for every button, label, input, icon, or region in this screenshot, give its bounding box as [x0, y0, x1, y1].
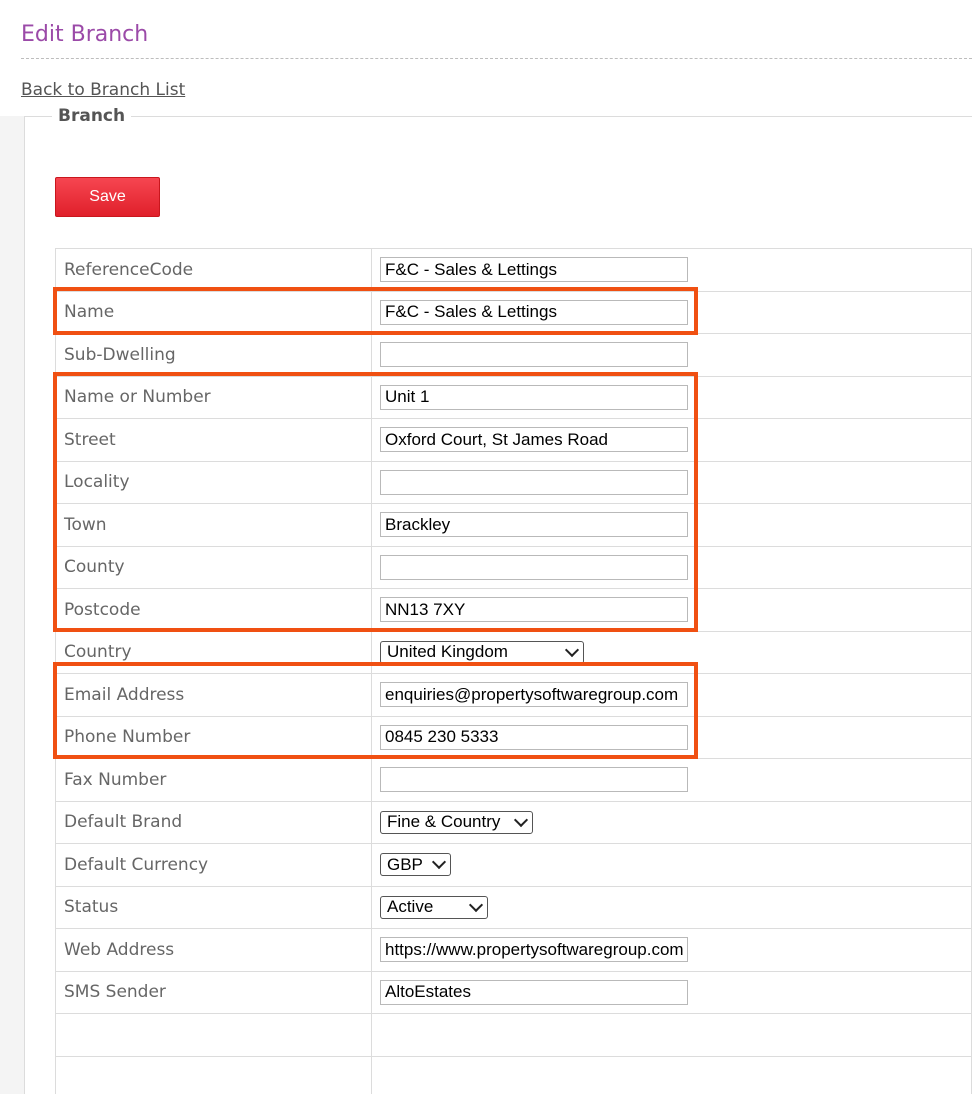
- postcode-input[interactable]: [380, 597, 688, 623]
- form-row-default-currency: Default Currency GBP: [55, 843, 972, 887]
- chevron-down-icon: [468, 897, 484, 912]
- fax-input[interactable]: [380, 767, 688, 793]
- postcode-label: Postcode: [55, 588, 372, 632]
- default-brand-select[interactable]: Fine & Country: [380, 810, 533, 834]
- default-brand-select-value: Fine & Country: [387, 812, 501, 832]
- locality-label: Locality: [55, 460, 372, 504]
- status-select-value: Active: [387, 897, 434, 917]
- sms-sender-label: SMS Sender: [55, 970, 372, 1014]
- phone-input[interactable]: [380, 724, 688, 750]
- branch-legend: Branch: [52, 106, 132, 126]
- status-label: Status: [55, 885, 372, 929]
- phone-label: Phone Number: [55, 715, 372, 759]
- form-row-sms-sender: SMS Sender: [55, 970, 972, 1014]
- form-row-phone: Phone Number: [55, 715, 972, 759]
- form-row-empty: [55, 1055, 972, 1094]
- form-row-fax: Fax Number: [55, 758, 972, 802]
- default-currency-select-value: GBP: [387, 854, 423, 874]
- reference-code-input[interactable]: [380, 257, 688, 283]
- form-row-empty: [55, 1013, 972, 1057]
- street-input[interactable]: [380, 427, 688, 453]
- form-row-reference-code: ReferenceCode: [55, 248, 972, 292]
- name-label: Name: [55, 290, 372, 334]
- form-row-web-address: Web Address: [55, 928, 972, 972]
- edit-branch-page: Edit Branch Back to Branch List Branch S…: [0, 0, 972, 1094]
- chevron-down-icon: [564, 642, 580, 657]
- reference-code-label: ReferenceCode: [55, 248, 372, 292]
- county-input[interactable]: [380, 554, 688, 580]
- back-to-branch-list-link[interactable]: Back to Branch List: [21, 80, 185, 100]
- country-label: Country: [55, 630, 372, 674]
- form-row-postcode: Postcode: [55, 588, 972, 632]
- default-currency-label: Default Currency: [55, 843, 372, 887]
- form-row-name-or-number: Name or Number: [55, 375, 972, 419]
- left-gutter: [0, 116, 24, 1094]
- status-select[interactable]: Active: [380, 895, 488, 919]
- town-label: Town: [55, 503, 372, 547]
- form-row-default-brand: Default Brand Fine & Country: [55, 800, 972, 844]
- country-select-value: United Kingdom: [387, 642, 508, 662]
- name-or-number-label: Name or Number: [55, 375, 372, 419]
- form-row-street: Street: [55, 418, 972, 462]
- form-row-country: Country United Kingdom: [55, 630, 972, 674]
- form-row-locality: Locality: [55, 460, 972, 504]
- town-input[interactable]: [380, 512, 688, 538]
- email-label: Email Address: [55, 673, 372, 717]
- form-row-email: Email Address: [55, 673, 972, 717]
- street-label: Street: [55, 418, 372, 462]
- form-row-status: Status Active: [55, 885, 972, 929]
- form-row-sub-dwelling: Sub-Dwelling: [55, 333, 972, 377]
- default-currency-select[interactable]: GBP: [380, 853, 451, 877]
- county-label: County: [55, 545, 372, 589]
- chevron-down-icon: [431, 855, 447, 870]
- title-divider: [21, 58, 972, 59]
- sub-dwelling-input[interactable]: [380, 342, 688, 368]
- branch-form-table: ReferenceCode Name Sub-Dwelling Name or …: [55, 248, 972, 1094]
- form-row-name: Name: [55, 290, 972, 334]
- web-address-input[interactable]: [380, 937, 688, 963]
- default-brand-label: Default Brand: [55, 800, 372, 844]
- page-title: Edit Branch: [21, 22, 149, 47]
- save-button[interactable]: Save: [55, 177, 160, 217]
- chevron-down-icon: [513, 812, 529, 827]
- locality-input[interactable]: [380, 469, 688, 495]
- form-row-county: County: [55, 545, 972, 589]
- fax-label: Fax Number: [55, 758, 372, 802]
- country-select[interactable]: United Kingdom: [380, 640, 584, 664]
- name-or-number-input[interactable]: [380, 384, 688, 410]
- sms-sender-input[interactable]: [380, 979, 688, 1005]
- sub-dwelling-label: Sub-Dwelling: [55, 333, 372, 377]
- email-input[interactable]: [380, 682, 688, 708]
- form-row-town: Town: [55, 503, 972, 547]
- name-input[interactable]: [380, 299, 688, 325]
- web-address-label: Web Address: [55, 928, 372, 972]
